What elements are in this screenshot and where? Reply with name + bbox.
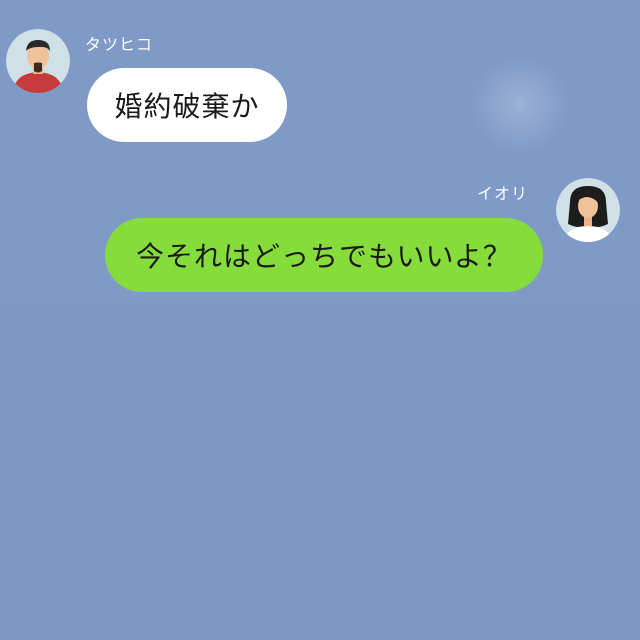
message-bubble[interactable]: 婚約破棄か — [87, 68, 287, 142]
message-text: 婚約破棄か — [114, 90, 260, 123]
message-bubble[interactable]: 今それはどっちでもいいよ？ — [105, 218, 543, 292]
background-glow — [470, 55, 570, 155]
man-avatar-icon[interactable] — [6, 29, 70, 93]
message-text: 今それはどっちでもいいよ？ — [136, 240, 512, 273]
woman-avatar-icon[interactable] — [556, 178, 620, 242]
chat-area: タツヒコ 婚約破棄か イオリ 今それはどっちでもいいよ？ — [0, 0, 640, 306]
sender-name: イオリ — [477, 184, 529, 203]
empty-chat-background — [0, 306, 640, 640]
sender-name: タツヒコ — [85, 35, 154, 54]
